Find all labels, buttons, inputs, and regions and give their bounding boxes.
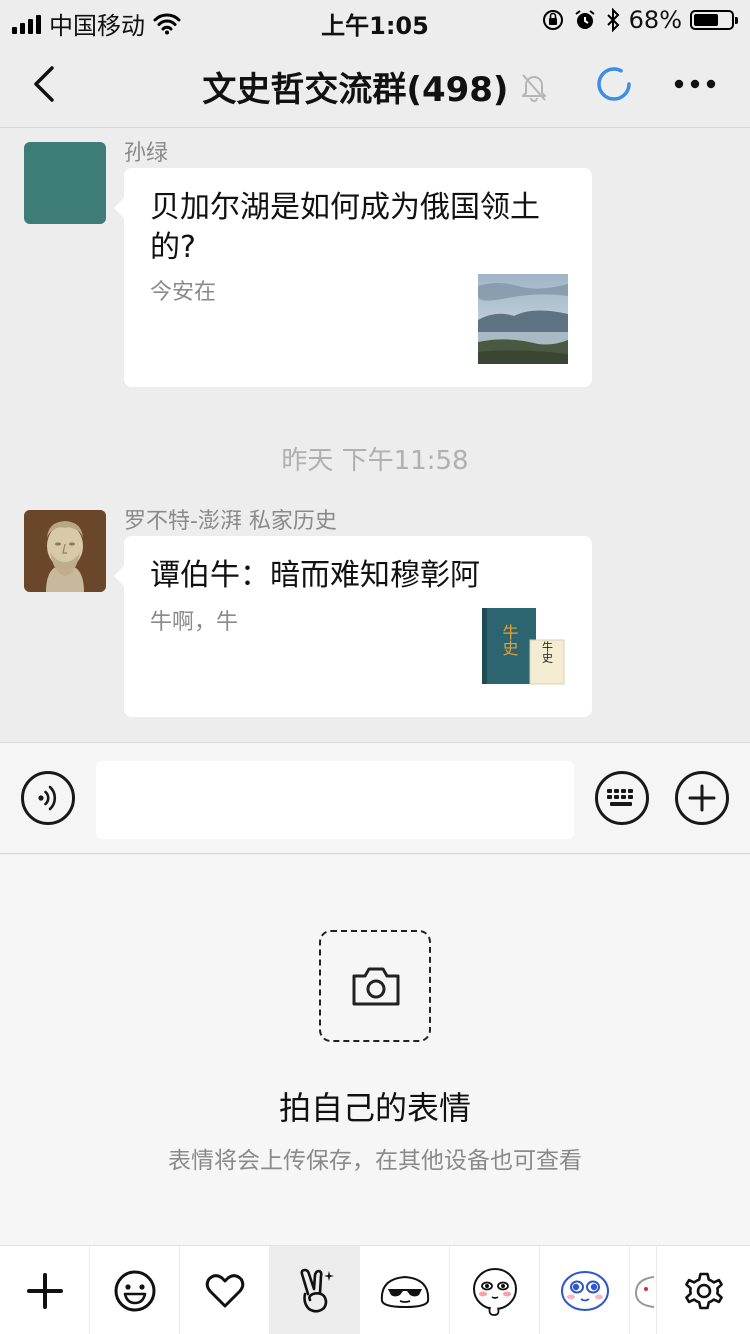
capture-sticker-button[interactable] [319,930,431,1042]
bust-statue-image [24,510,106,592]
capture-title: 拍自己的表情 [278,1089,471,1127]
blue-eyes-face-icon [560,1270,609,1311]
battery-percent: 68% [628,6,682,34]
status-bar: 中国移动 上午1:05 68% [0,0,750,40]
timestamp: 昨天 下午11:58 [281,446,469,476]
book-cover-title: 牛史 [500,624,519,657]
avatar[interactable] [24,142,106,224]
battery-icon [690,10,738,30]
tab-favorites[interactable] [180,1246,270,1334]
spinner-icon [597,67,631,101]
status-right: 68% [541,6,738,34]
gear-icon [684,1272,723,1309]
tab-emoji[interactable] [90,1246,180,1334]
camera-icon [352,967,400,1006]
page-title: 文史哲交流群(498) [202,70,509,110]
sender-name: 罗不特-澎湃 私家历史 [124,509,337,534]
orientation-lock-icon [542,10,563,30]
lake-landscape-image [478,274,568,364]
plus-circle-icon [688,784,716,812]
voice-button[interactable] [21,771,75,825]
ellipsis-icon[interactable] [674,78,716,90]
link-card[interactable]: 贝加尔湖是如何成为俄国领土的? 今安在 [114,168,592,387]
tab-add-sticker[interactable] [0,1246,90,1334]
blush-face-icon [472,1267,517,1316]
keyboard-icon [607,789,633,806]
sticker-panel: 拍自己的表情 表情将会上传保存，在其他设备也可查看 [0,855,750,1245]
tab-sticker-pack-1[interactable] [360,1246,450,1334]
bell-slash-icon [521,73,546,102]
avatar-fill [24,142,106,224]
tab-sticker-pack-3[interactable] [540,1246,630,1334]
heart-icon [205,1273,244,1307]
sender-name: 孙绿 [124,141,169,166]
avatar[interactable] [24,510,106,592]
voice-icon [38,785,57,811]
add-button[interactable] [675,771,729,825]
link-card-thumbnail: 牛史 牛史 [478,604,568,694]
tab-gesture-stickers[interactable] [270,1246,360,1334]
victory-hand-icon [300,1268,334,1313]
book-cover-image: 牛史 牛史 [478,604,568,694]
message-input[interactable] [96,761,574,839]
link-card-desc: 牛啊，牛 [150,610,239,635]
input-bar [0,742,750,854]
battery-fill [694,14,719,26]
tab-sticker-settings[interactable] [656,1246,750,1334]
tab-sticker-pack-4[interactable] [630,1246,656,1334]
bluetooth-icon [606,8,620,32]
smiley-icon [114,1270,155,1311]
link-card-desc: 今安在 [150,280,217,305]
sunglasses-face-icon [380,1275,429,1308]
nav-title-wrap: 文史哲交流群(498) [0,62,750,111]
message-list[interactable]: 孙绿 贝加尔湖是如何成为俄国领土的? 今安在 昨天 下午11:58 罗不特-澎湃… [0,129,750,742]
partial-sticker-icon [634,1275,654,1308]
plus-icon [26,1272,63,1309]
link-card-title: 贝加尔湖是如何成为俄国领土的? [150,190,540,265]
sticker-tab-bar [0,1245,750,1334]
link-card[interactable]: 谭伯牛：暗而难知穆彰阿 牛啊，牛 牛史 牛史 [114,536,592,717]
alarm-icon [575,10,595,29]
capture-subtitle: 表情将会上传保存，在其他设备也可查看 [168,1148,582,1174]
keyboard-button[interactable] [595,771,649,825]
link-card-title: 谭伯牛：暗而难知穆彰阿 [150,558,480,593]
book-cover-small-title: 牛史 [541,640,554,664]
tab-sticker-pack-2[interactable] [450,1246,540,1334]
link-card-thumbnail [478,274,568,364]
nav-bar: 文史哲交流群(498) [0,40,750,128]
